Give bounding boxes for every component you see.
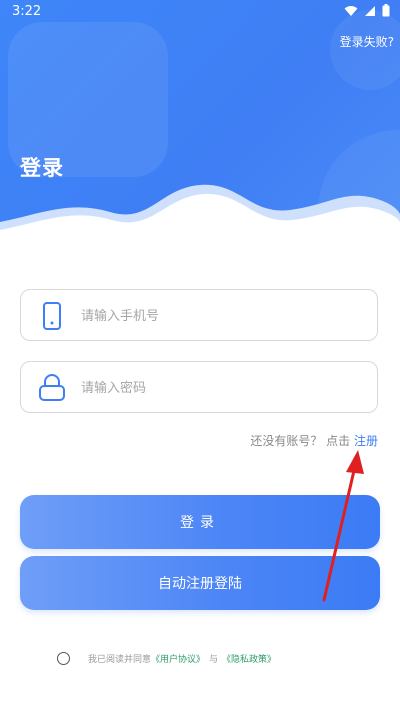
register-link[interactable]: 注册 [354, 434, 378, 448]
login-failed-link[interactable]: 登录失败? [340, 33, 394, 50]
privacy-policy-link[interactable]: 《隐私政策》 [222, 652, 276, 665]
register-prompt: 还没有账号？ 点击 [250, 434, 351, 448]
user-agreement-link[interactable]: 《用户协议》 [151, 652, 205, 665]
auto-register-login-button[interactable]: 自动注册登陆 [20, 556, 380, 610]
phone-field[interactable] [20, 289, 378, 342]
status-bar: 3:22 [0, 0, 400, 24]
register-row: 还没有账号？ 点击 注册 [250, 432, 378, 449]
wifi-icon [344, 5, 358, 16]
phone-icon [43, 302, 61, 330]
page-title: 登录 [20, 156, 64, 180]
phone-input[interactable] [79, 290, 363, 342]
agreement-row: 我已阅读并同意 《用户协议》 与 《隐私政策》 [57, 652, 276, 665]
battery-icon [382, 4, 390, 17]
agreement-and: 与 [209, 655, 219, 665]
agreement-prefix: 我已阅读并同意 [88, 655, 152, 665]
login-button[interactable]: 登录 [20, 495, 380, 549]
lock-icon [39, 374, 65, 401]
signal-icon [365, 5, 375, 16]
status-icons [344, 4, 390, 17]
password-field[interactable] [20, 361, 378, 414]
header-wave [0, 184, 400, 260]
status-time: 3:22 [12, 4, 42, 19]
password-input[interactable] [79, 362, 363, 414]
agreement-checkbox[interactable] [57, 652, 70, 665]
login-screen: 3:22 登录失败? 登录 还没有账 [0, 0, 400, 712]
